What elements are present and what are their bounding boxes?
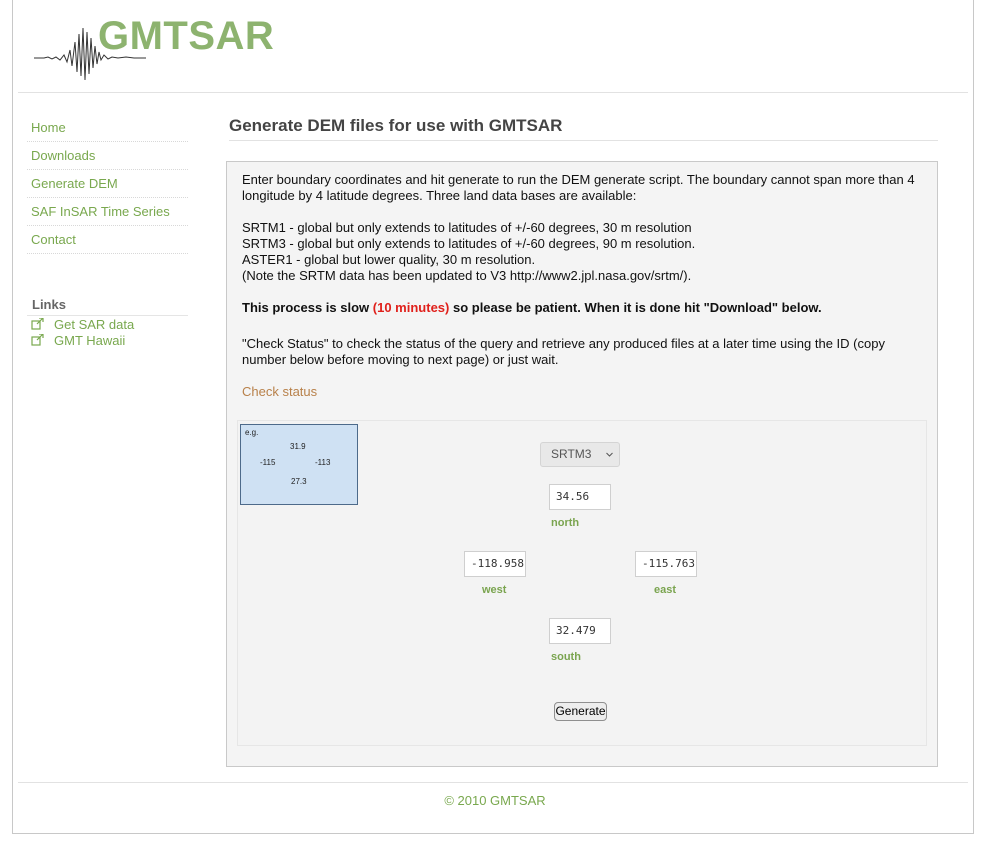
header: GMTSAR [18, 0, 968, 93]
check-status-note: "Check Status" to check the status of th… [242, 336, 885, 367]
external-link-icon [31, 334, 44, 346]
slow-note-prefix: This process is slow [242, 300, 373, 315]
link-get-sar-data[interactable]: Get SAR data [27, 316, 188, 332]
sidebar: Home Downloads Generate DEM SAF InSAR Ti… [27, 114, 188, 348]
example-north: 31.9 [290, 442, 306, 451]
nav-home[interactable]: Home [27, 114, 188, 142]
footer-divider [18, 782, 968, 783]
nav-downloads[interactable]: Downloads [27, 142, 188, 170]
south-input[interactable]: 32.479 [549, 618, 611, 644]
site-logo-text[interactable]: GMTSAR [98, 14, 274, 59]
link-label: GMT Hawaii [54, 332, 126, 348]
nav-saf-insar-time-series[interactable]: SAF InSAR Time Series [27, 198, 188, 226]
example-west: -115 [260, 458, 276, 467]
east-input[interactable]: -115.763 [635, 551, 697, 577]
dem-form: e.g. 31.9 -115 -113 27.3 SRTM3 34.56 nor… [237, 420, 927, 746]
footer-copyright: © 2010 GMTSAR [444, 793, 546, 808]
slow-note-duration: (10 minutes) [372, 300, 450, 315]
intro-text: Enter boundary coordinates and hit gener… [242, 172, 932, 204]
database-item-srtm3: SRTM3 - global but only extends to latit… [242, 236, 696, 251]
content-box: Enter boundary coordinates and hit gener… [226, 161, 938, 767]
check-status-link[interactable]: Check status [242, 384, 317, 399]
slow-note-suffix: so please be patient. When it is done hi… [449, 300, 822, 315]
links-heading: Links [27, 294, 188, 316]
page-title: Generate DEM files for use with GMTSAR [229, 116, 938, 141]
database-item-srtm1: SRTM1 - global but only extends to latit… [242, 220, 692, 235]
database-select[interactable]: SRTM3 [540, 442, 620, 467]
nav-contact[interactable]: Contact [27, 226, 188, 254]
west-label: west [482, 584, 507, 596]
example-south: 27.3 [291, 477, 307, 486]
external-link-icon [31, 318, 44, 330]
example-label: e.g. [245, 428, 259, 437]
south-label: south [551, 651, 581, 663]
example-east: -113 [315, 458, 331, 467]
nav-generate-dem[interactable]: Generate DEM [27, 170, 188, 198]
link-gmt-hawaii[interactable]: GMT Hawaii [27, 332, 188, 348]
database-select-value: SRTM3 [551, 447, 592, 461]
slow-process-note: This process is slow (10 minutes) so ple… [242, 300, 822, 315]
chevron-down-icon [606, 452, 613, 457]
north-label: north [551, 517, 580, 529]
north-input[interactable]: 34.56 [549, 484, 611, 510]
intro-paragraph: Enter boundary coordinates and hit gener… [242, 172, 915, 203]
link-label: Get SAR data [54, 316, 135, 332]
example-bounds-box: e.g. 31.9 -115 -113 27.3 [240, 424, 358, 505]
west-input[interactable]: -118.958 [464, 551, 526, 577]
database-item-aster1: ASTER1 - global but lower quality, 30 m … [242, 252, 536, 267]
east-label: east [654, 584, 677, 596]
generate-button[interactable]: Generate [554, 702, 607, 721]
database-list: SRTM1 - global but only extends to latit… [242, 220, 932, 284]
database-note: (Note the SRTM data has been updated to … [242, 268, 692, 283]
